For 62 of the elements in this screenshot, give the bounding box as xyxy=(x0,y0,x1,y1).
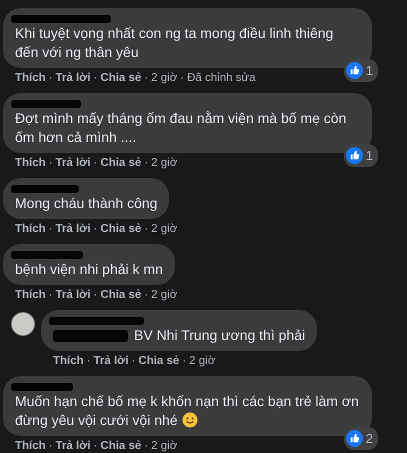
comment-action-link[interactable]: Trả lời xyxy=(56,71,91,86)
smiley-icon xyxy=(182,412,198,428)
separator-dot: · xyxy=(48,222,53,237)
comment-time: 2 giờ xyxy=(151,222,178,237)
separator-dot: · xyxy=(94,222,98,237)
like-count[interactable]: 1 xyxy=(344,59,378,82)
like-icon xyxy=(346,430,363,447)
comment-action-link[interactable]: Thích xyxy=(15,71,46,86)
comment-text: Khi tuyệt vọng nhất con ng ta mong điều linh thiêng đến với ng thân yêu xyxy=(15,25,334,60)
separator-dot: · xyxy=(144,288,148,303)
comment-time: 2 giờ xyxy=(151,288,178,303)
separator-dot: · xyxy=(48,156,53,171)
comment-action-link[interactable]: Chia sẻ xyxy=(100,156,142,171)
comment-time: 2 giờ xyxy=(189,354,216,369)
comment-action-link[interactable]: Thích xyxy=(15,439,46,453)
avatar[interactable] xyxy=(11,312,35,336)
redaction-mark xyxy=(11,100,81,108)
separator-dot: · xyxy=(182,354,186,369)
comment-action-link[interactable]: Trả lời xyxy=(56,222,91,237)
comment-action-link[interactable]: Chia sẻ xyxy=(100,288,142,303)
redaction-mark xyxy=(11,383,73,391)
separator-dot: · xyxy=(180,71,184,86)
separator-dot: · xyxy=(132,354,136,369)
separator-dot: · xyxy=(94,71,98,86)
comment-action-link[interactable]: Thích xyxy=(15,288,46,303)
separator-dot: · xyxy=(86,354,91,369)
comment-action-link[interactable]: Thích xyxy=(15,222,46,237)
separator-dot: · xyxy=(144,222,148,237)
comment-action-link[interactable]: Chia sẻ xyxy=(100,71,142,86)
comment-action-link[interactable]: Trả lời xyxy=(94,354,129,369)
separator-dot: · xyxy=(48,439,53,453)
separator-dot: · xyxy=(94,156,98,171)
comment-action-link[interactable]: Trả lời xyxy=(56,288,91,303)
separator-dot: · xyxy=(144,439,148,453)
separator-dot: · xyxy=(48,288,53,303)
comment-action-link[interactable]: Thích xyxy=(15,156,46,171)
comment-time: 2 giờ xyxy=(151,439,178,453)
comment-time: 2 giờ xyxy=(151,71,178,86)
separator-dot: · xyxy=(144,156,148,171)
comment-action-link[interactable]: Chia sẻ xyxy=(100,439,142,453)
comment-action-link[interactable]: Trả lời xyxy=(56,156,91,171)
comment-action-link[interactable]: Trả lời xyxy=(56,439,91,453)
comment-text: Đợt mình mấy tháng ốm đau nằm viện mà bố mẹ còn ốm hơn cả mình .... xyxy=(15,110,346,145)
separator-dot: · xyxy=(144,71,148,86)
edited-label: Đã chỉnh sửa xyxy=(187,71,256,86)
comment-text: bệnh viện nhi phải k mn xyxy=(15,261,163,277)
comment-text: Mong cháu thành công xyxy=(15,195,158,211)
comment-action-link[interactable]: Thích xyxy=(53,354,84,369)
like-icon xyxy=(346,62,363,79)
separator-dot: · xyxy=(48,71,53,86)
comment-text: BV Nhi Trung ương thì phải xyxy=(53,327,306,343)
redaction-mark xyxy=(11,251,83,259)
comment-action-link[interactable]: Chia sẻ xyxy=(100,222,142,237)
redaction-mark xyxy=(11,185,79,193)
comment-action-link[interactable]: Chia sẻ xyxy=(138,354,180,369)
comment-text: Muốn hạn chế bố mẹ k khốn nạn thì các bạn trẻ làm ơn đừng yêu vội cưới vội nhé xyxy=(15,393,359,428)
comment-time: 2 giờ xyxy=(151,156,178,171)
like-count[interactable]: 2 xyxy=(344,427,378,450)
like-count[interactable]: 1 xyxy=(344,144,378,167)
separator-dot: · xyxy=(94,288,98,303)
like-icon xyxy=(346,147,363,164)
separator-dot: · xyxy=(94,439,98,453)
